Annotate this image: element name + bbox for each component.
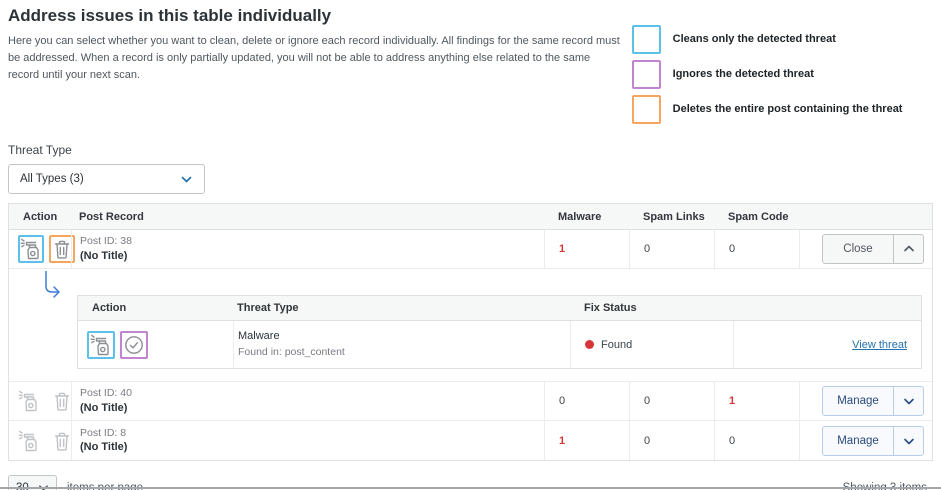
subtable-row: Malware Found in: post_content Found Vie… (78, 321, 921, 368)
row-button-cell: Manage (799, 421, 932, 460)
collapse-row-button[interactable] (893, 235, 923, 263)
post-title: (No Title) (80, 440, 127, 455)
post-id: Post ID: 38 (80, 234, 132, 248)
malware-count: 1 (544, 230, 629, 268)
clean-swatch-icon (632, 25, 661, 54)
post-record-cell: Post ID: 40 (No Title) (71, 382, 544, 420)
table-row: Post ID: 8 (No Title) 1 0 0 Manage (9, 421, 932, 460)
post-title: (No Title) (80, 401, 132, 416)
header-section: Address issues in this table individuall… (8, 4, 933, 130)
header-spam-links: Spam Links (629, 211, 714, 223)
post-id: Post ID: 40 (80, 386, 132, 400)
trash-icon (51, 390, 73, 412)
post-title: (No Title) (80, 249, 132, 264)
subheader-threat-type: Threat Type (233, 302, 570, 314)
chevron-down-icon (903, 395, 915, 407)
delete-action-button[interactable] (51, 389, 73, 413)
table-row: Post ID: 38 (No Title) 1 0 0 Close (9, 230, 932, 269)
status-dot-icon (585, 340, 594, 349)
threat-type-value: All Types (3) (20, 173, 84, 185)
table-row: Post ID: 40 (No Title) 0 0 1 Manage (9, 382, 932, 421)
expand-row-button[interactable] (893, 387, 923, 415)
threat-type-name: Malware (238, 329, 345, 344)
spam-links-count: 0 (629, 230, 714, 268)
fix-status-value: Found (601, 339, 632, 351)
ignore-threat-button[interactable] (120, 331, 148, 359)
legend-item-clean: Cleans only the detected threat (632, 25, 933, 54)
delete-swatch-icon (632, 95, 661, 124)
page-description: Here you can select whether you want to … (8, 33, 620, 84)
fix-status-cell: Found (570, 321, 733, 368)
clean-action-button[interactable] (18, 429, 40, 453)
expand-row-button[interactable] (893, 427, 923, 455)
manage-button[interactable]: Manage (823, 427, 893, 455)
panel-bottom-divider (0, 487, 941, 489)
spam-code-count: 0 (714, 421, 799, 460)
row-action-cell (9, 429, 71, 453)
clean-threat-button[interactable] (87, 331, 115, 359)
clean-action-button[interactable] (18, 235, 44, 263)
header-malware: Malware (544, 211, 629, 223)
view-threat-link[interactable]: View threat (852, 339, 907, 351)
spray-bottle-icon (18, 430, 40, 452)
header-action: Action (9, 211, 71, 223)
expanded-threat-detail: Action Threat Type Fix Status (9, 269, 932, 382)
close-button[interactable]: Close (823, 235, 893, 263)
spam-links-count: 0 (629, 421, 714, 460)
header-post-record: Post Record (71, 211, 544, 223)
threats-table: Action Post Record Malware Spam Links Sp… (8, 203, 933, 461)
manage-button[interactable]: Manage (823, 387, 893, 415)
manage-split-button[interactable]: Manage (822, 386, 924, 416)
legend-item-ignore: Ignores the detected threat (632, 60, 933, 89)
intro-block: Address issues in this table individuall… (8, 4, 632, 130)
clean-action-button[interactable] (18, 389, 40, 413)
row-action-cell (9, 389, 71, 413)
threat-found-in: Found in: post_content (238, 345, 345, 360)
legend-label: Deletes the entire post containing the t… (673, 103, 903, 116)
legend-label: Ignores the detected threat (673, 68, 814, 81)
post-record-cell: Post ID: 8 (No Title) (71, 421, 544, 460)
subrow-action-cell (78, 321, 233, 368)
table-header-row: Action Post Record Malware Spam Links Sp… (9, 204, 932, 230)
page-title: Address issues in this table individuall… (8, 6, 632, 26)
subtable-header-row: Action Threat Type Fix Status (78, 296, 921, 321)
row-button-cell: Manage (799, 382, 932, 420)
row-action-cell (9, 235, 71, 263)
subheader-fix-status: Fix Status (570, 302, 733, 314)
threat-type-label: Threat Type (8, 143, 933, 157)
trash-icon (51, 430, 73, 452)
manage-split-button[interactable]: Manage (822, 426, 924, 456)
spam-code-count: 0 (714, 230, 799, 268)
spray-bottle-icon (18, 390, 40, 412)
row-button-cell: Close (799, 230, 932, 268)
legend-item-delete: Deletes the entire post containing the t… (632, 95, 933, 124)
threat-subtable: Action Threat Type Fix Status (77, 295, 922, 369)
delete-action-button[interactable] (51, 429, 73, 453)
legend-label: Cleans only the detected threat (673, 33, 836, 46)
branch-arrow-icon (42, 271, 64, 301)
spam-links-count: 0 (629, 382, 714, 420)
threat-type-cell: Malware Found in: post_content (233, 321, 570, 368)
spray-bottle-icon (20, 238, 42, 260)
spray-bottle-icon (90, 334, 112, 356)
trash-icon (51, 238, 73, 260)
post-id: Post ID: 8 (80, 426, 127, 440)
post-record-cell: Post ID: 38 (No Title) (71, 230, 544, 268)
threat-type-select[interactable]: All Types (3) (8, 164, 205, 194)
chevron-up-icon (903, 243, 915, 255)
chevron-down-icon (903, 435, 915, 447)
spam-code-count: 1 (714, 382, 799, 420)
action-legend: Cleans only the detected threat Ignores … (632, 4, 933, 130)
header-spam-code: Spam Code (714, 211, 799, 223)
view-threat-cell: View threat (733, 321, 921, 368)
threat-table-panel: Address issues in this table individuall… (0, 0, 941, 490)
ignore-swatch-icon (632, 60, 661, 89)
malware-count: 1 (544, 421, 629, 460)
malware-count: 0 (544, 382, 629, 420)
check-circle-icon (123, 334, 145, 356)
close-split-button[interactable]: Close (822, 234, 924, 264)
chevron-down-icon (180, 173, 193, 186)
subheader-action: Action (78, 302, 233, 314)
